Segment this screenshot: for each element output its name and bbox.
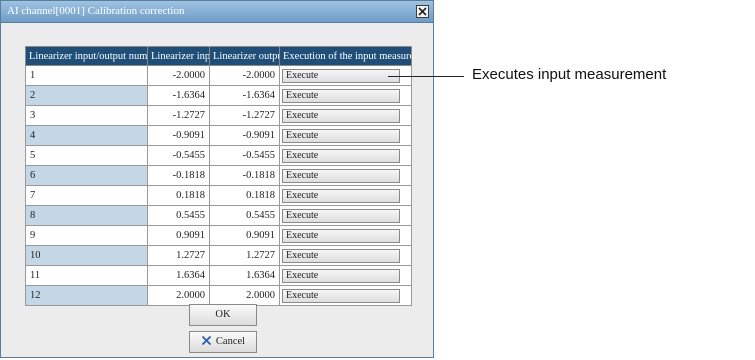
table-row: 10 1.2727 1.2727 Execute [25, 245, 412, 266]
execute-button[interactable]: Execute [282, 148, 400, 163]
linearizer-output-cell: -1.6364 [209, 85, 280, 106]
table-header-row: Linearizer input/output number Linearize… [25, 46, 412, 66]
header-number: Linearizer input/output number [25, 46, 148, 66]
execute-cell: Execute [279, 165, 412, 186]
row-number-cell: 8 [25, 205, 148, 226]
linearizer-output-cell: 1.6364 [209, 265, 280, 286]
linearizer-output-cell: -0.1818 [209, 165, 280, 186]
linearizer-output-cell: -1.2727 [209, 105, 280, 126]
execute-button[interactable]: Execute [282, 108, 400, 123]
ok-button[interactable]: OK [189, 304, 257, 326]
execute-cell: Execute [279, 245, 412, 266]
linearizer-output-cell: -0.9091 [209, 125, 280, 146]
close-icon [418, 7, 427, 16]
title-bar[interactable]: AI channel[0001] Calibration correction [1, 1, 433, 23]
linearizer-output-cell: 2.0000 [209, 285, 280, 306]
execute-button[interactable]: Execute [282, 68, 400, 83]
row-number-cell: 6 [25, 165, 148, 186]
execute-button[interactable]: Execute [282, 228, 400, 243]
table-body: 1 -2.0000 -2.0000 Execute 2 -1.6364 -1.6364 Exe… [25, 65, 412, 306]
linearizer-table: Linearizer input/output number Linearize… [25, 46, 412, 306]
row-number-cell: 5 [25, 145, 148, 166]
execute-button[interactable]: Execute [282, 288, 400, 303]
linearizer-output-cell: -2.0000 [209, 65, 280, 86]
cancel-label: Cancel [215, 336, 246, 347]
execute-button[interactable]: Execute [282, 168, 400, 183]
linearizer-input-cell: 2.0000 [147, 285, 210, 306]
header-execution: Execution of the input measurement [279, 46, 412, 66]
execute-cell: Execute [279, 265, 412, 286]
table-row: 5 -0.5455 -0.5455 Execute [25, 145, 412, 166]
execute-cell: Execute [279, 145, 412, 166]
dialog-title: AI channel[0001] Calibration correction [7, 5, 185, 17]
row-number-cell: 7 [25, 185, 148, 206]
execute-button[interactable]: Execute [282, 188, 400, 203]
linearizer-input-cell: 0.1818 [147, 185, 210, 206]
linearizer-input-cell: -2.0000 [147, 65, 210, 86]
linearizer-output-cell: -0.5455 [209, 145, 280, 166]
linearizer-output-cell: 0.5455 [209, 205, 280, 226]
linearizer-output-cell: 0.9091 [209, 225, 280, 246]
row-number-cell: 1 [25, 65, 148, 86]
row-number-cell: 3 [25, 105, 148, 126]
linearizer-input-cell: 1.6364 [147, 265, 210, 286]
cancel-button[interactable]: Cancel [189, 331, 257, 353]
table-row: 12 2.0000 2.0000 Execute [25, 285, 412, 306]
table-row: 2 -1.6364 -1.6364 Execute [25, 85, 412, 106]
table-row: 9 0.9091 0.9091 Execute [25, 225, 412, 246]
row-number-cell: 2 [25, 85, 148, 106]
linearizer-input-cell: 1.2727 [147, 245, 210, 266]
header-output: Linearizer output [209, 46, 280, 66]
execute-button[interactable]: Execute [282, 248, 400, 263]
table-row: 7 0.1818 0.1818 Execute [25, 185, 412, 206]
callout-line [388, 76, 464, 77]
execute-button[interactable]: Execute [282, 268, 400, 283]
row-number-cell: 4 [25, 125, 148, 146]
row-number-cell: 10 [25, 245, 148, 266]
execute-button[interactable]: Execute [282, 88, 400, 103]
linearizer-table-wrapper: Linearizer input/output number Linearize… [25, 46, 412, 306]
callout-text: Executes input measurement [472, 66, 667, 83]
table-row: 6 -0.1818 -0.1818 Execute [25, 165, 412, 186]
row-number-cell: 12 [25, 285, 148, 306]
linearizer-input-cell: -0.5455 [147, 145, 210, 166]
execute-cell: Execute [279, 185, 412, 206]
linearizer-input-cell: -0.1818 [147, 165, 210, 186]
execute-button[interactable]: Execute [282, 208, 400, 223]
execute-cell: Execute [279, 85, 412, 106]
linearizer-input-cell: 0.9091 [147, 225, 210, 246]
x-icon [201, 335, 212, 346]
table-row: 1 -2.0000 -2.0000 Execute [25, 65, 412, 86]
row-number-cell: 11 [25, 265, 148, 286]
linearizer-input-cell: -1.2727 [147, 105, 210, 126]
table-row: 3 -1.2727 -1.2727 Execute [25, 105, 412, 126]
row-number-cell: 9 [25, 225, 148, 246]
execute-cell: Execute [279, 225, 412, 246]
linearizer-output-cell: 1.2727 [209, 245, 280, 266]
linearizer-output-cell: 0.1818 [209, 185, 280, 206]
execute-cell: Execute [279, 205, 412, 226]
linearizer-input-cell: 0.5455 [147, 205, 210, 226]
execute-button[interactable]: Execute [282, 128, 400, 143]
linearizer-input-cell: -1.6364 [147, 85, 210, 106]
linearizer-input-cell: -0.9091 [147, 125, 210, 146]
calibration-dialog: AI channel[0001] Calibration correction … [0, 0, 434, 358]
table-row: 4 -0.9091 -0.9091 Execute [25, 125, 412, 146]
header-input: Linearizer input [147, 46, 210, 66]
table-row: 11 1.6364 1.6364 Execute [25, 265, 412, 286]
execute-cell: Execute [279, 105, 412, 126]
execute-cell: Execute [279, 125, 412, 146]
close-button[interactable] [416, 5, 429, 18]
table-row: 8 0.5455 0.5455 Execute [25, 205, 412, 226]
execute-cell: Execute [279, 285, 412, 306]
